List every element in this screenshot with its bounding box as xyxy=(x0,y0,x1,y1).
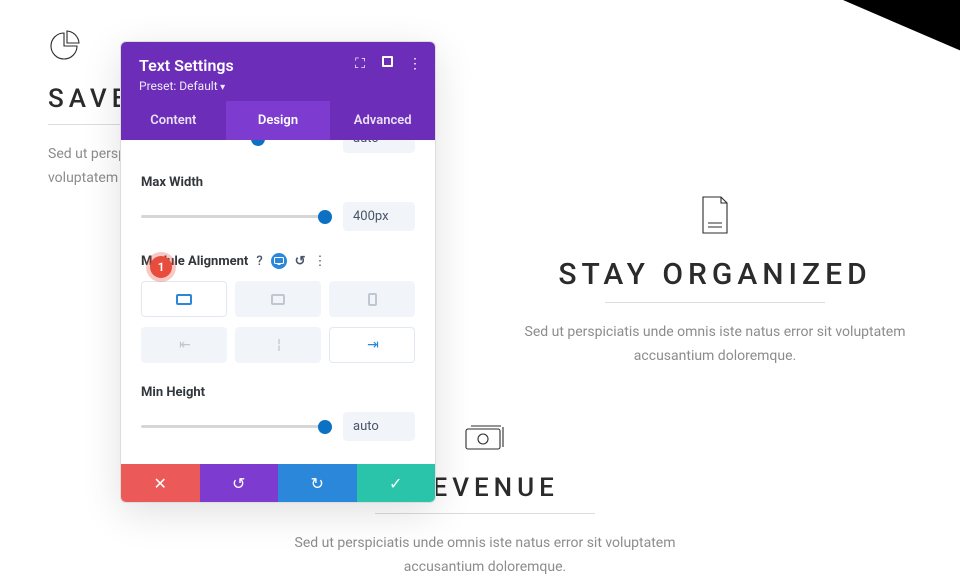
module-alignment-controls: ? ↺ ⋮ xyxy=(256,253,326,269)
height-label: Height xyxy=(141,463,415,464)
width-value[interactable]: auto xyxy=(343,140,415,153)
modal-action-bar: ✕ ↺ ↻ ✓ xyxy=(121,464,435,502)
module-alignment-label: Module Alignment ? ↺ ⋮ xyxy=(141,253,415,269)
expand-icon[interactable]: ⛶ xyxy=(352,56,368,72)
desktop-icon xyxy=(176,294,192,305)
document-icon xyxy=(699,195,731,235)
min-height-label: Min Height xyxy=(141,385,415,400)
help-icon[interactable]: ? xyxy=(256,254,262,269)
phone-icon xyxy=(368,293,377,306)
preset-dropdown[interactable]: Preset: Default xyxy=(139,79,417,93)
align-center-icon: ¦ xyxy=(277,337,278,353)
width-slider-row: auto xyxy=(141,140,415,153)
text-fragment: voluptatem a xyxy=(48,170,129,186)
more-icon[interactable]: ⋮ xyxy=(407,56,423,72)
save-button[interactable]: ✓ xyxy=(357,464,436,502)
stay-body: Sed ut perspiciatis unde omnis iste natu… xyxy=(485,321,945,369)
responsive-tabs xyxy=(141,281,415,317)
min-height-value[interactable]: auto xyxy=(343,412,415,441)
cancel-button[interactable]: ✕ xyxy=(121,464,200,502)
device-desktop-tab[interactable] xyxy=(141,281,227,317)
tab-advanced[interactable]: Advanced xyxy=(330,101,435,140)
redo-button[interactable]: ↻ xyxy=(278,464,357,502)
more-options-icon[interactable]: ⋮ xyxy=(314,254,327,269)
device-phone-tab[interactable] xyxy=(329,281,415,317)
alignment-options: ⇤ ¦ ⇥ xyxy=(141,327,415,363)
max-width-value[interactable]: 400px xyxy=(343,202,415,231)
text-fragment: Sed ut perspi xyxy=(48,146,129,162)
divider xyxy=(375,513,595,514)
stay-heading: STAY ORGANIZED xyxy=(485,257,945,292)
align-right-option[interactable]: ⇥ xyxy=(329,327,415,363)
modal-tabs: Content Design Advanced xyxy=(121,101,435,140)
revenue-body: Sed ut perspiciatis unde omnis iste natu… xyxy=(270,532,700,580)
tab-design[interactable]: Design xyxy=(226,101,331,140)
max-width-label: Max Width xyxy=(141,175,415,190)
device-tablet-tab[interactable] xyxy=(235,281,321,317)
align-right-icon: ⇥ xyxy=(367,337,377,353)
align-left-icon: ⇤ xyxy=(179,337,189,353)
min-height-slider[interactable] xyxy=(141,425,329,428)
callout-badge-1: 1 xyxy=(150,256,172,278)
stay-section: STAY ORGANIZED Sed ut perspiciatis unde … xyxy=(485,195,945,369)
max-width-slider[interactable] xyxy=(141,215,329,218)
pie-chart-icon xyxy=(48,30,80,62)
settings-panel: auto Max Width 400px Module Alignment ? … xyxy=(121,140,435,464)
undo-button[interactable]: ↺ xyxy=(200,464,279,502)
modal-header: Text Settings Preset: Default ⛶ ⋮ xyxy=(121,42,435,101)
max-width-slider-row: 400px xyxy=(141,202,415,231)
align-left-option[interactable]: ⇤ xyxy=(141,327,227,363)
money-icon xyxy=(465,425,505,451)
reset-icon[interactable]: ↺ xyxy=(295,254,306,269)
responsive-icon[interactable] xyxy=(271,253,287,269)
snap-icon[interactable] xyxy=(382,56,393,67)
tablet-icon xyxy=(271,294,285,305)
align-center-option[interactable]: ¦ xyxy=(235,327,321,363)
tab-content[interactable]: Content xyxy=(121,101,226,140)
min-height-slider-row: auto xyxy=(141,412,415,441)
divider xyxy=(605,302,825,303)
